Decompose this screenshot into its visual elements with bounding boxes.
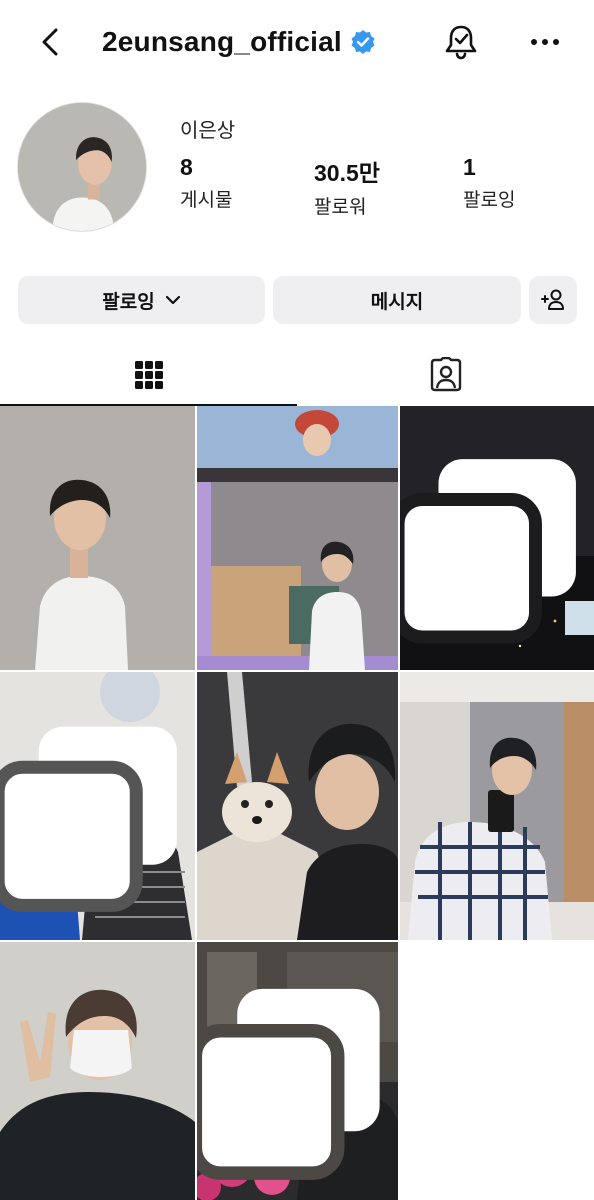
add-user-icon [541,289,564,310]
post-thumbnail[interactable] [0,406,195,670]
post-thumbnail[interactable] [197,672,398,940]
multiple-photos-icon [400,459,576,644]
followers-count: 30.5만 [314,160,380,186]
multiple-photos-icon [197,988,380,1180]
message-button-label: 메시지 [370,290,424,313]
post-thumbnail[interactable] [197,406,398,670]
top-bar: 2eunsang_official [0,0,594,86]
profile-tabs [0,344,594,406]
bell-check-icon[interactable] [442,22,480,62]
following-button[interactable]: 팔로잉 [18,276,265,324]
chevron-left-icon[interactable] [34,22,70,62]
verified-badge-icon [351,30,375,54]
profile-avatar[interactable] [17,102,147,232]
message-button[interactable]: 메시지 [273,276,521,324]
tagged-person-icon [430,357,461,392]
username-text: 2eunsang_official [102,26,342,57]
following-label: 팔로잉 [463,189,516,211]
posts-count-stat[interactable]: 8 게시물 [180,154,232,212]
tab-posts-grid[interactable] [0,344,297,406]
more-horizontal-icon[interactable] [528,28,562,56]
following-button-label: 팔로잉 [102,290,155,313]
tab-tagged[interactable] [297,344,594,406]
profile-full-name: 이은상 [180,118,236,142]
chevron-down-icon [165,295,180,305]
post-thumbnail[interactable] [400,406,594,670]
following-count-stat[interactable]: 1 팔로잉 [463,154,515,212]
followers-count-stat[interactable]: 30.5만 팔로워 [314,154,380,219]
following-count: 1 [463,154,476,180]
post-thumbnail[interactable] [0,672,195,940]
add-user-button[interactable] [529,276,577,324]
posts-count: 8 [180,154,193,180]
profile-username: 2eunsang_official [102,26,376,58]
post-thumbnail[interactable] [0,942,195,1200]
post-thumbnail[interactable] [197,942,398,1200]
posts-label: 게시물 [180,189,233,211]
multiple-photos-icon [0,726,177,912]
followers-label: 팔로워 [314,196,367,218]
grid-icon [134,361,163,389]
post-thumbnail[interactable] [400,672,594,940]
